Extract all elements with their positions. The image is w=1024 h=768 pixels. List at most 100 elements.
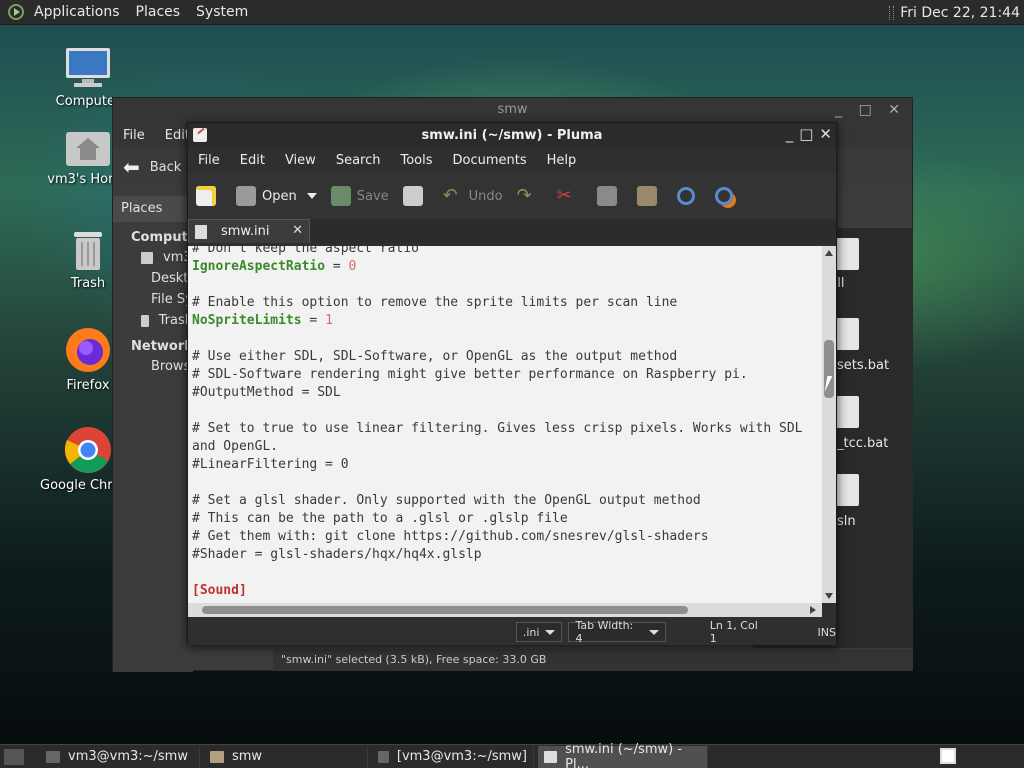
- editor-toolbar: Open Save ↶ Undo ↷ ✂: [188, 173, 836, 219]
- new-document-icon: [196, 186, 216, 206]
- menu-search[interactable]: Search: [326, 153, 391, 168]
- print-button[interactable]: [402, 186, 429, 206]
- menu-help[interactable]: Help: [537, 153, 587, 168]
- code-line[interactable]: # Set to true to use linear filtering. G…: [188, 420, 822, 438]
- paste-button[interactable]: [636, 186, 663, 206]
- horizontal-scroll-thumb[interactable]: [202, 606, 688, 614]
- computer-icon: [64, 46, 112, 90]
- code-line[interactable]: [188, 402, 822, 420]
- tab-width-dropdown[interactable]: Tab Width: 4: [568, 619, 666, 645]
- code-line[interactable]: #OutputMethod = SDL: [188, 384, 822, 402]
- sidebar-item-vm3[interactable]: vm3: [113, 247, 193, 268]
- code-line[interactable]: and OpenGL.: [188, 438, 822, 456]
- code-line[interactable]: # Set a glsl shader. Only supported with…: [188, 492, 822, 510]
- cut-button[interactable]: ✂: [557, 186, 583, 206]
- code-line[interactable]: [188, 276, 822, 294]
- save-button[interactable]: Save: [330, 186, 389, 206]
- code-line[interactable]: [188, 330, 822, 348]
- menu-tools[interactable]: Tools: [390, 153, 442, 168]
- code-line[interactable]: # Don't keep the aspect ratio: [188, 246, 822, 258]
- code-line[interactable]: # SDL-Software rendering might give bett…: [188, 366, 822, 384]
- code-line[interactable]: # Enable this option to remove the sprit…: [188, 294, 822, 312]
- replace-button[interactable]: [714, 187, 739, 205]
- chevron-down-icon: [545, 629, 556, 635]
- editor-titlebar[interactable]: smw.ini (~/smw) - Pluma _ □ ✕: [188, 123, 836, 147]
- minimize-icon[interactable]: _: [786, 125, 794, 143]
- scroll-up-icon[interactable]: [825, 250, 833, 256]
- code-line[interactable]: [188, 474, 822, 492]
- folder-icon: [210, 750, 224, 763]
- tab-close-icon[interactable]: ✕: [292, 223, 303, 238]
- cut-icon: ✂: [556, 185, 572, 206]
- editor-statusbar: .ini Tab Width: 4 Ln 1, Col 1 INS: [188, 619, 836, 645]
- taskbar-item-terminal-2[interactable]: [vm3@vm3:~/smw]: [372, 745, 534, 768]
- menu-system[interactable]: System: [188, 4, 256, 20]
- mate-logo-icon[interactable]: [8, 4, 24, 20]
- menu-places[interactable]: Places: [128, 4, 189, 20]
- file-manager-status: "smw.ini" selected (3.5 kB), Free space:…: [273, 649, 913, 671]
- open-button[interactable]: Open: [236, 186, 317, 206]
- find-button[interactable]: [676, 187, 701, 205]
- save-icon: [330, 186, 351, 206]
- bottom-panel: vm3@vm3:~/smw smw [vm3@vm3:~/smw] smw.in…: [0, 742, 1024, 768]
- terminal-icon: [378, 750, 389, 763]
- sidebar-section-network: Network: [131, 339, 193, 354]
- paste-icon: [636, 186, 657, 206]
- vertical-scrollbar[interactable]: [822, 246, 836, 603]
- sidebar-item-desktop[interactable]: Desktop: [113, 268, 193, 289]
- text-editor-window[interactable]: smw.ini (~/smw) - Pluma _ □ ✕ File Edit …: [187, 122, 837, 645]
- sidebar-item-browse-network[interactable]: Browse Network: [113, 356, 193, 377]
- taskbar-item-pluma[interactable]: smw.ini (~/smw) - Pl...: [538, 742, 708, 768]
- scroll-right-icon[interactable]: [810, 606, 816, 614]
- trash-small-icon: [141, 314, 149, 327]
- sidebar-section-computer: Computer: [131, 230, 193, 245]
- file-manager-title: smw: [497, 102, 528, 117]
- close-icon[interactable]: ✕: [819, 125, 832, 143]
- text-area[interactable]: # Don't keep the aspect ratio IgnoreAspec…: [188, 246, 822, 603]
- new-button[interactable]: [196, 186, 222, 206]
- taskbar-item-smw-folder[interactable]: smw: [204, 745, 368, 768]
- sidebar-item-filesystem[interactable]: File System: [113, 289, 193, 310]
- copy-button[interactable]: [596, 186, 623, 206]
- insert-mode: INS: [817, 625, 836, 639]
- back-arrow-icon[interactable]: ⬅: [123, 155, 140, 179]
- menu-file[interactable]: File: [188, 153, 230, 168]
- menu-documents[interactable]: Documents: [443, 153, 537, 168]
- undo-button[interactable]: ↶ Undo: [443, 186, 503, 206]
- back-button[interactable]: Back: [150, 160, 182, 175]
- show-desktop-icon[interactable]: [4, 748, 24, 765]
- horizontal-scrollbar[interactable]: [188, 603, 822, 617]
- scroll-down-icon[interactable]: [825, 593, 833, 599]
- search-icon: [676, 187, 695, 205]
- menu-applications[interactable]: Applications: [26, 4, 128, 20]
- menu-edit[interactable]: Edit: [230, 153, 275, 168]
- code-line[interactable]: [188, 564, 822, 582]
- redo-button[interactable]: ↷: [517, 186, 543, 206]
- menu-view[interactable]: View: [275, 153, 326, 168]
- window-controls[interactable]: _ □ ✕: [835, 98, 906, 122]
- open-dropdown-icon[interactable]: [306, 193, 317, 199]
- language-dropdown[interactable]: .ini: [515, 622, 563, 642]
- clock[interactable]: Fri Dec 22, 21:44: [900, 5, 1020, 21]
- top-panel: Applications Places System Fri Dec 22, 2…: [0, 0, 1024, 25]
- code-line[interactable]: # Use either SDL, SDL-Software, or OpenG…: [188, 348, 822, 366]
- menu-file[interactable]: File: [113, 128, 155, 143]
- code-line[interactable]: NoSpriteLimits = 1: [188, 312, 822, 330]
- open-folder-icon: [236, 186, 256, 206]
- file-manager-titlebar[interactable]: smw _ □ ✕: [113, 98, 912, 122]
- code-line[interactable]: #Shader = glsl-shaders/hqx/hq4x.glslp: [188, 546, 822, 564]
- sidebar-item-trash[interactable]: Trash: [113, 310, 193, 331]
- firefox-icon: [64, 326, 112, 374]
- code-line[interactable]: IgnoreAspectRatio = 0: [188, 258, 822, 276]
- tab-smw-ini[interactable]: smw.ini ✕: [188, 219, 310, 243]
- sidebar-header[interactable]: Places: [113, 196, 193, 222]
- maximize-icon[interactable]: □: [799, 125, 813, 143]
- editor-title: smw.ini (~/smw) - Pluma: [421, 127, 603, 143]
- taskbar-item-terminal[interactable]: vm3@vm3:~/smw: [40, 745, 200, 768]
- code-line[interactable]: #LinearFiltering = 0: [188, 456, 822, 474]
- code-line[interactable]: [Sound]: [188, 582, 822, 600]
- code-line[interactable]: # Get them with: git clone https://githu…: [188, 528, 822, 546]
- code-line[interactable]: # This can be the path to a .glsl or .gl…: [188, 510, 822, 528]
- workspace-switcher-icon[interactable]: [940, 748, 956, 764]
- replace-icon: [714, 187, 733, 205]
